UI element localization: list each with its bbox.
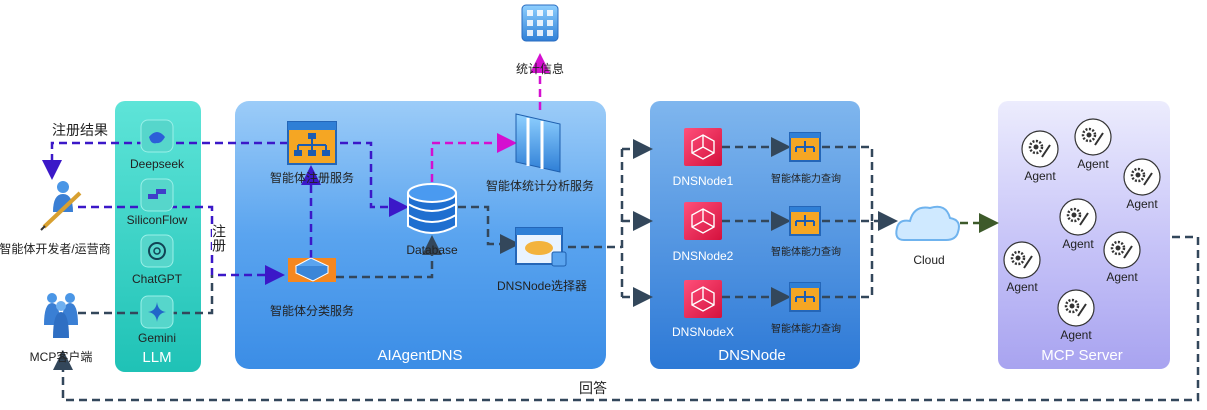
register-service-icon — [287, 121, 337, 165]
query-label-3: 智能体能力查询 — [771, 324, 841, 335]
answer-label: 回答 — [579, 380, 607, 396]
chatgpt-icon — [140, 234, 174, 268]
query-icon-1 — [789, 132, 821, 162]
llm-model-gemini: Gemini — [137, 331, 177, 345]
developer-icon — [40, 181, 82, 231]
llm-model-chatgpt: ChatGPT — [131, 272, 183, 286]
siliconflow-icon — [140, 178, 174, 212]
agent-label: Agent — [1060, 328, 1092, 342]
agent-label: Agent — [1106, 270, 1138, 284]
gemini-icon — [140, 295, 174, 329]
cloud-icon — [895, 205, 960, 241]
stats-info-label: 统计信息 — [515, 62, 565, 76]
llm-panel-title: LLM — [142, 349, 172, 366]
agent-label: Agent — [1062, 237, 1094, 251]
agent-label: Agent — [1077, 157, 1109, 171]
agent-label: Agent — [1024, 169, 1056, 183]
classify-service-label: 智能体分类服务 — [269, 304, 355, 318]
mcp-client-icon — [44, 293, 78, 338]
dnsnode2-icon — [684, 202, 722, 240]
llm-model-deepseek: Deepseek — [129, 157, 185, 171]
agent-icon — [1059, 198, 1097, 236]
register-result-label: 注册结果 — [52, 122, 108, 138]
llm-model-siliconflow: SiliconFlow — [126, 213, 188, 227]
cloud-label: Cloud — [913, 253, 945, 267]
dnsnodex-label: DNSNodeX — [671, 325, 735, 339]
agent-label: Agent — [1006, 280, 1038, 294]
mcp-client-label: MCP客户端 — [29, 350, 93, 364]
agent-icon — [1123, 158, 1161, 196]
agent-icon — [1074, 118, 1112, 156]
agent-icon — [1057, 289, 1095, 327]
register-label: 注册 — [211, 224, 227, 252]
agent-icon — [1021, 130, 1059, 168]
dnsnode2-label: DNSNode2 — [672, 249, 734, 263]
query-icon-2 — [789, 206, 821, 236]
deepseek-icon — [140, 119, 174, 153]
stats-service-icon — [515, 113, 561, 173]
selector-label: DNSNode选择器 — [496, 279, 588, 293]
agent-icon — [1003, 241, 1041, 279]
query-label-2: 智能体能力查询 — [771, 247, 841, 258]
stats-info-icon — [521, 4, 559, 42]
dnsnode-panel-title: DNSNode — [718, 347, 786, 364]
diagram-canvas — [40, 4, 1200, 402]
stats-service-label: 智能体统计分析服务 — [485, 179, 595, 193]
developer-label: 智能体开发者/运营商 — [0, 242, 111, 256]
mcp-server-panel-title: MCP Server — [1041, 347, 1123, 364]
database-label: Database — [406, 243, 458, 257]
dnsnode1-icon — [684, 128, 722, 166]
database-icon — [407, 183, 457, 234]
selector-icon — [515, 227, 567, 267]
register-service-label: 智能体注册服务 — [269, 171, 355, 185]
aiagentdns-panel-title: AIAgentDNS — [377, 347, 463, 364]
agent-icon — [1103, 231, 1141, 269]
classify-service-icon — [288, 257, 336, 282]
query-label-1: 智能体能力查询 — [771, 174, 841, 185]
query-icon-3 — [789, 282, 821, 312]
dnsnode1-label: DNSNode1 — [672, 174, 734, 188]
agent-label: Agent — [1126, 197, 1158, 211]
dnsnodex-icon — [684, 280, 722, 318]
